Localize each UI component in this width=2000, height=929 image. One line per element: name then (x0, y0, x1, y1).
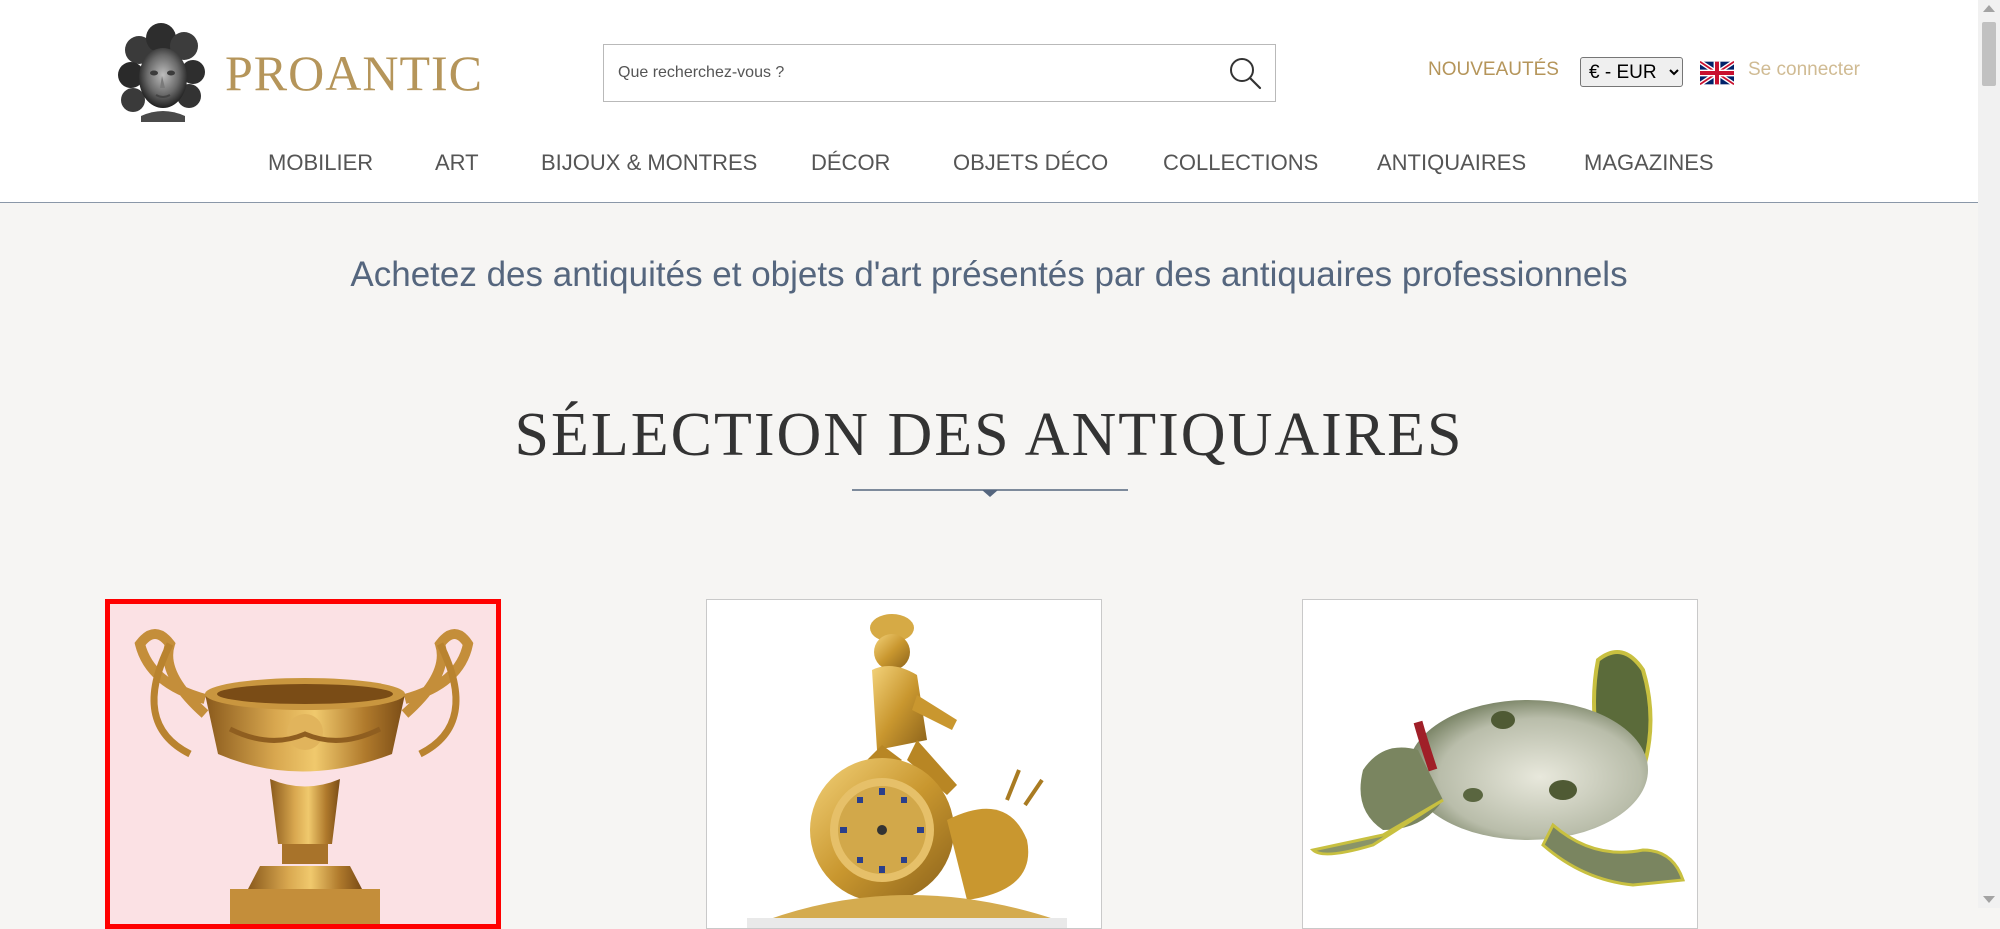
nav-item-decor[interactable]: DÉCOR (811, 150, 890, 176)
scroll-down-arrow-icon[interactable] (1983, 896, 1995, 903)
nav-item-antiquaires[interactable]: ANTIQUAIRES (1377, 150, 1526, 176)
login-link[interactable]: Se connecter (1748, 59, 1860, 81)
nav-item-bijoux-montres[interactable]: BIJOUX & MONTRES (541, 150, 757, 176)
nav-item-objets-deco[interactable]: OBJETS DÉCO (953, 150, 1108, 176)
page-tagline: Achetez des antiquités et objets d'art p… (350, 255, 1628, 294)
scrollbar-thumb[interactable] (1982, 22, 1996, 86)
uk-flag-icon[interactable] (1700, 61, 1734, 85)
search-bar (603, 44, 1276, 102)
brand-name[interactable]: PROANTIC (225, 44, 483, 102)
site-header: PROANTIC NOUVEAUTÉS € - EUR Se connecter… (0, 0, 1978, 203)
section-title: SÉLECTION DES ANTIQUAIRES (514, 401, 1464, 469)
product-card[interactable] (1302, 599, 1698, 929)
nav-item-mobilier[interactable]: MOBILIER (268, 150, 373, 176)
currency-select[interactable]: € - EUR (1580, 57, 1683, 87)
title-divider-ornament (852, 489, 1128, 497)
gilt-bronze-clock-image[interactable] (707, 600, 1101, 928)
product-card[interactable] (706, 599, 1102, 929)
product-card[interactable] (105, 599, 501, 929)
nav-item-art[interactable]: ART (435, 150, 479, 176)
new-arrivals-link[interactable]: NOUVEAUTÉS (1428, 59, 1559, 81)
nav-item-magazines[interactable]: MAGAZINES (1584, 150, 1714, 176)
gilt-bronze-urn-image[interactable] (110, 604, 496, 924)
main-navigation: MOBILIER ART BIJOUX & MONTRES DÉCOR OBJE… (0, 146, 1978, 186)
search-input[interactable] (616, 45, 1196, 101)
nav-item-collections[interactable]: COLLECTIONS (1163, 150, 1318, 176)
ceramic-frog-image[interactable] (1303, 600, 1697, 928)
scroll-up-arrow-icon[interactable] (1983, 5, 1995, 12)
page-scrollbar[interactable] (1978, 0, 2000, 908)
search-icon[interactable] (1227, 55, 1263, 91)
sculpted-head-logo-icon[interactable] (111, 20, 211, 122)
